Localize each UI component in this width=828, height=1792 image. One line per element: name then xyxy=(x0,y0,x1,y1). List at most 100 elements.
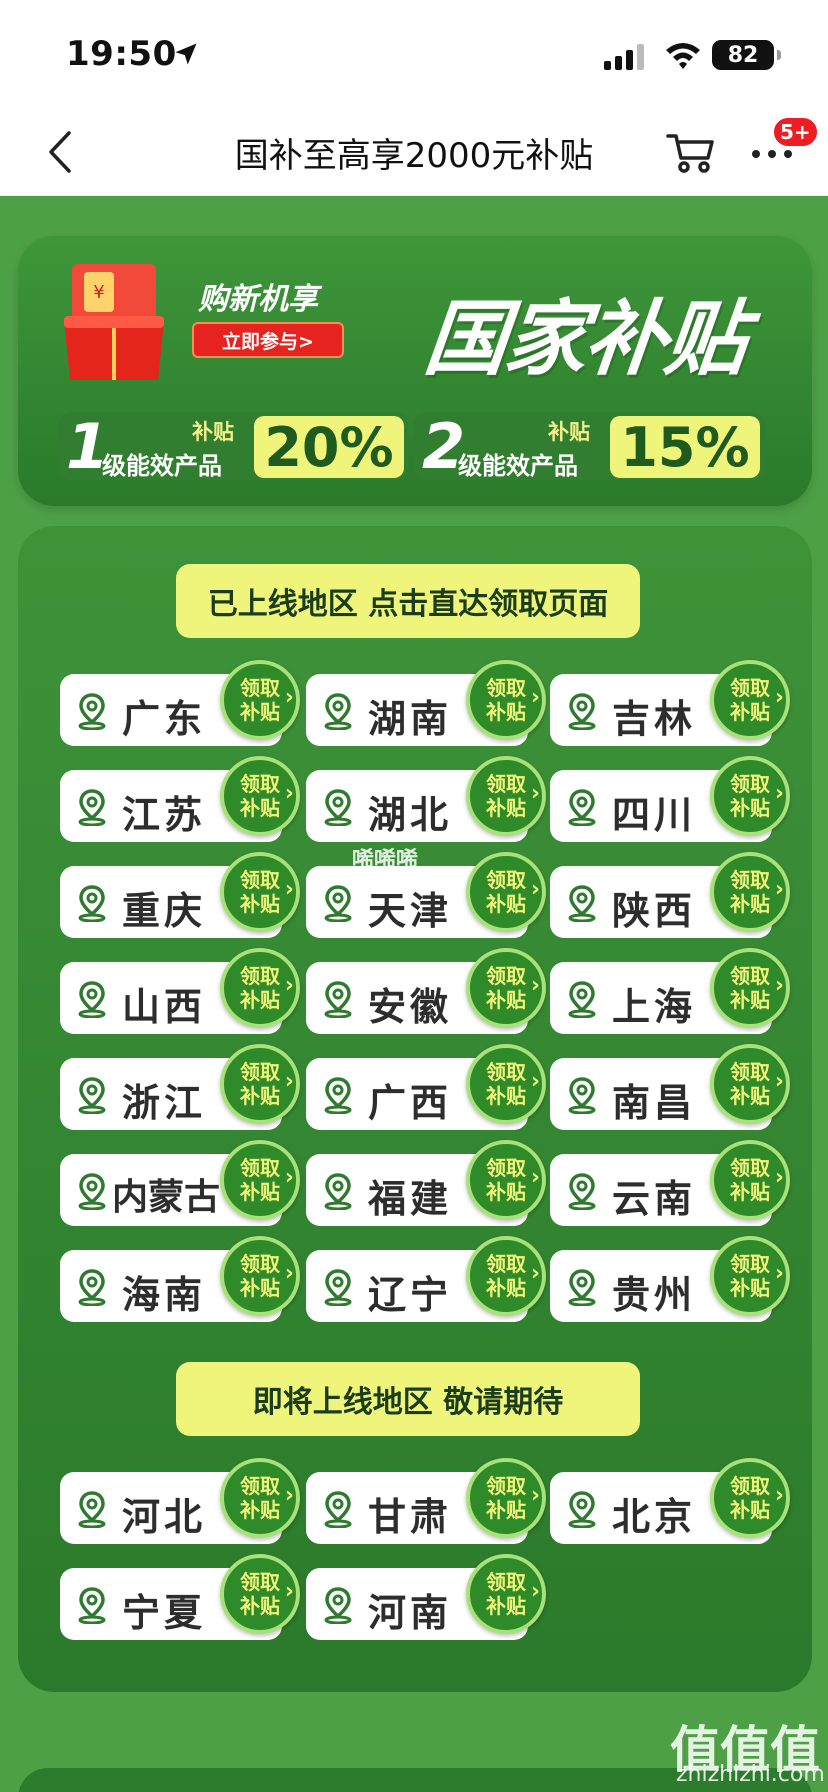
claim-subsidy-button[interactable]: 领取 补贴 › xyxy=(466,852,546,932)
location-pin-icon xyxy=(78,789,106,826)
rate-level-1: 1 补贴 级能效产品 20% xyxy=(58,410,408,483)
region-name: 湖北 xyxy=(368,793,453,837)
claim-subsidy-button[interactable]: 领取 补贴 › xyxy=(710,1458,790,1538)
location-pin-icon xyxy=(568,1491,596,1528)
claim-subsidy-button[interactable]: 领取 补贴 › xyxy=(220,1554,300,1634)
red-packet-gift-icon: ¥ xyxy=(64,264,164,380)
location-pin-icon xyxy=(324,789,352,826)
location-pin-icon xyxy=(568,1173,596,1210)
chevron-right-icon: › xyxy=(774,1483,784,1508)
chevron-right-icon: › xyxy=(774,1261,784,1286)
brand-url: zhizhizhi.com xyxy=(676,1762,825,1787)
claim-subsidy-button[interactable]: 领取 补贴 › xyxy=(220,1044,300,1124)
claim-subsidy-button[interactable]: 领取 补贴 › xyxy=(220,1236,300,1316)
subsidy-banner: ¥ 购新机享 立即参与> 国家补贴 1 补贴 级能效产品 20% 2 补贴 级能… xyxy=(18,236,812,506)
chevron-right-icon: › xyxy=(284,1165,294,1190)
chevron-right-icon: › xyxy=(530,1069,540,1094)
region-name: 辽宁 xyxy=(368,1273,453,1317)
region-card[interactable]: 吉林 领取 补贴 › xyxy=(550,660,790,746)
chevron-right-icon: › xyxy=(774,1165,784,1190)
chevron-right-icon: › xyxy=(284,877,294,902)
location-pin-icon xyxy=(78,1269,106,1306)
location-pin-icon xyxy=(324,1491,352,1528)
claim-subsidy-button[interactable]: 领取 补贴 › xyxy=(466,1044,546,1124)
claim-subsidy-button[interactable]: 领取 补贴 › xyxy=(710,948,790,1028)
region-card[interactable]: 湖南 领取 补贴 › xyxy=(306,660,546,746)
region-card[interactable]: 河北 领取 补贴 › xyxy=(60,1458,300,1544)
chevron-right-icon: › xyxy=(530,1579,540,1604)
claim-subsidy-button[interactable]: 领取 补贴 › xyxy=(466,1140,546,1220)
region-card[interactable]: 宁夏 领取 补贴 › xyxy=(60,1554,300,1640)
claim-subsidy-button[interactable]: 领取 补贴 › xyxy=(466,660,546,740)
chevron-right-icon: › xyxy=(284,1261,294,1286)
region-card[interactable]: 山西 领取 补贴 › xyxy=(60,948,300,1034)
claim-subsidy-button[interactable]: 领取 补贴 › xyxy=(220,852,300,932)
region-card[interactable]: 甘肃 领取 补贴 › xyxy=(306,1458,546,1544)
region-card[interactable]: 上海 领取 补贴 › xyxy=(550,948,790,1034)
chevron-right-icon: › xyxy=(530,973,540,998)
region-card[interactable]: 浙江 领取 补贴 › xyxy=(60,1044,300,1130)
claim-subsidy-button[interactable]: 领取 补贴 › xyxy=(466,756,546,836)
claim-subsidy-button[interactable]: 领取 补贴 › xyxy=(220,1458,300,1538)
region-card[interactable]: 天津 领取 补贴 › xyxy=(306,852,546,938)
claim-subsidy-button[interactable]: 领取 补贴 › xyxy=(466,1554,546,1634)
region-card[interactable]: 江苏 领取 补贴 › xyxy=(60,756,300,842)
rate-label: 级能效产品 xyxy=(102,452,222,480)
claim-subsidy-button[interactable]: 领取 补贴 › xyxy=(466,1458,546,1538)
region-card[interactable]: 辽宁 领取 补贴 › xyxy=(306,1236,546,1322)
claim-subsidy-button[interactable]: 领取 补贴 › xyxy=(710,1140,790,1220)
battery-indicator: 82 xyxy=(712,40,781,70)
claim-subsidy-button[interactable]: 领取 补贴 › xyxy=(220,756,300,836)
claim-subsidy-button[interactable]: 领取 补贴 › xyxy=(710,660,790,740)
regions-card: 已上线地区 点击直达领取页面 广东 领取 补贴 › 湖南 领取 补贴 › 吉林 领取 补贴 › 江苏 领取… xyxy=(18,526,812,1692)
claim-subsidy-button[interactable]: 领取 补贴 › xyxy=(220,660,300,740)
status-bar: 19:50 82 xyxy=(0,0,828,108)
region-card[interactable]: 四川 领取 补贴 › xyxy=(550,756,790,842)
claim-subsidy-button[interactable]: 领取 补贴 › xyxy=(466,1236,546,1316)
region-card[interactable]: 广西 领取 补贴 › xyxy=(306,1044,546,1130)
region-card[interactable]: 海南 领取 补贴 › xyxy=(60,1236,300,1322)
region-name: 上海 xyxy=(612,985,697,1029)
region-name: 福建 xyxy=(368,1177,453,1221)
region-card[interactable]: 陕西 领取 补贴 › xyxy=(550,852,790,938)
claim-subsidy-button[interactable]: 领取 补贴 › xyxy=(220,948,300,1028)
notification-badge: 5+ xyxy=(772,116,819,148)
location-pin-icon xyxy=(78,1077,106,1114)
claim-subsidy-button[interactable]: 领取 补贴 › xyxy=(220,1140,300,1220)
region-card[interactable]: 河南 领取 补贴 › xyxy=(306,1554,546,1640)
region-name: 南昌 xyxy=(612,1081,697,1125)
region-card[interactable]: 内蒙古 领取 补贴 › xyxy=(60,1140,300,1226)
location-pin-icon xyxy=(568,981,596,1018)
region-card[interactable]: 重庆 领取 补贴 › xyxy=(60,852,300,938)
banner-title: 国家补贴 xyxy=(420,292,751,387)
region-card[interactable]: 南昌 领取 补贴 › xyxy=(550,1044,790,1130)
region-card[interactable]: 云南 领取 补贴 › xyxy=(550,1140,790,1226)
location-pin-icon xyxy=(568,885,596,922)
region-card[interactable]: 湖北 领取 补贴 › xyxy=(306,756,546,842)
chevron-right-icon: › xyxy=(284,685,294,710)
region-card[interactable]: 贵州 领取 补贴 › xyxy=(550,1236,790,1322)
claim-subsidy-button[interactable]: 领取 补贴 › xyxy=(710,1236,790,1316)
chevron-right-icon: › xyxy=(530,877,540,902)
region-card[interactable]: 广东 领取 补贴 › xyxy=(60,660,300,746)
region-card[interactable]: 福建 领取 补贴 › xyxy=(306,1140,546,1226)
online-regions-title: 已上线地区 点击直达领取页面 xyxy=(176,564,640,638)
claim-subsidy-button[interactable]: 领取 补贴 › xyxy=(710,1044,790,1124)
claim-subsidy-button[interactable]: 领取 补贴 › xyxy=(710,756,790,836)
rate-label: 级能效产品 xyxy=(458,452,578,480)
claim-subsidy-button[interactable]: 领取 补贴 › xyxy=(710,852,790,932)
region-name: 湖南 xyxy=(368,697,453,741)
watermark-text: 唏唏唏 xyxy=(352,848,419,873)
cart-icon[interactable] xyxy=(664,128,716,176)
chevron-right-icon: › xyxy=(774,685,784,710)
location-pin-icon xyxy=(568,789,596,826)
region-name: 山西 xyxy=(122,985,207,1029)
region-card[interactable]: 北京 领取 补贴 › xyxy=(550,1458,790,1544)
claim-subsidy-button[interactable]: 领取 补贴 › xyxy=(466,948,546,1028)
rate-level-2: 2 补贴 级能效产品 15% xyxy=(414,410,766,483)
join-now-button[interactable]: 立即参与> xyxy=(192,322,344,358)
upcoming-regions-title: 即将上线地区 敬请期待 xyxy=(176,1362,640,1436)
location-pin-icon xyxy=(324,885,352,922)
region-card[interactable]: 安徽 领取 补贴 › xyxy=(306,948,546,1034)
chevron-right-icon: › xyxy=(530,781,540,806)
